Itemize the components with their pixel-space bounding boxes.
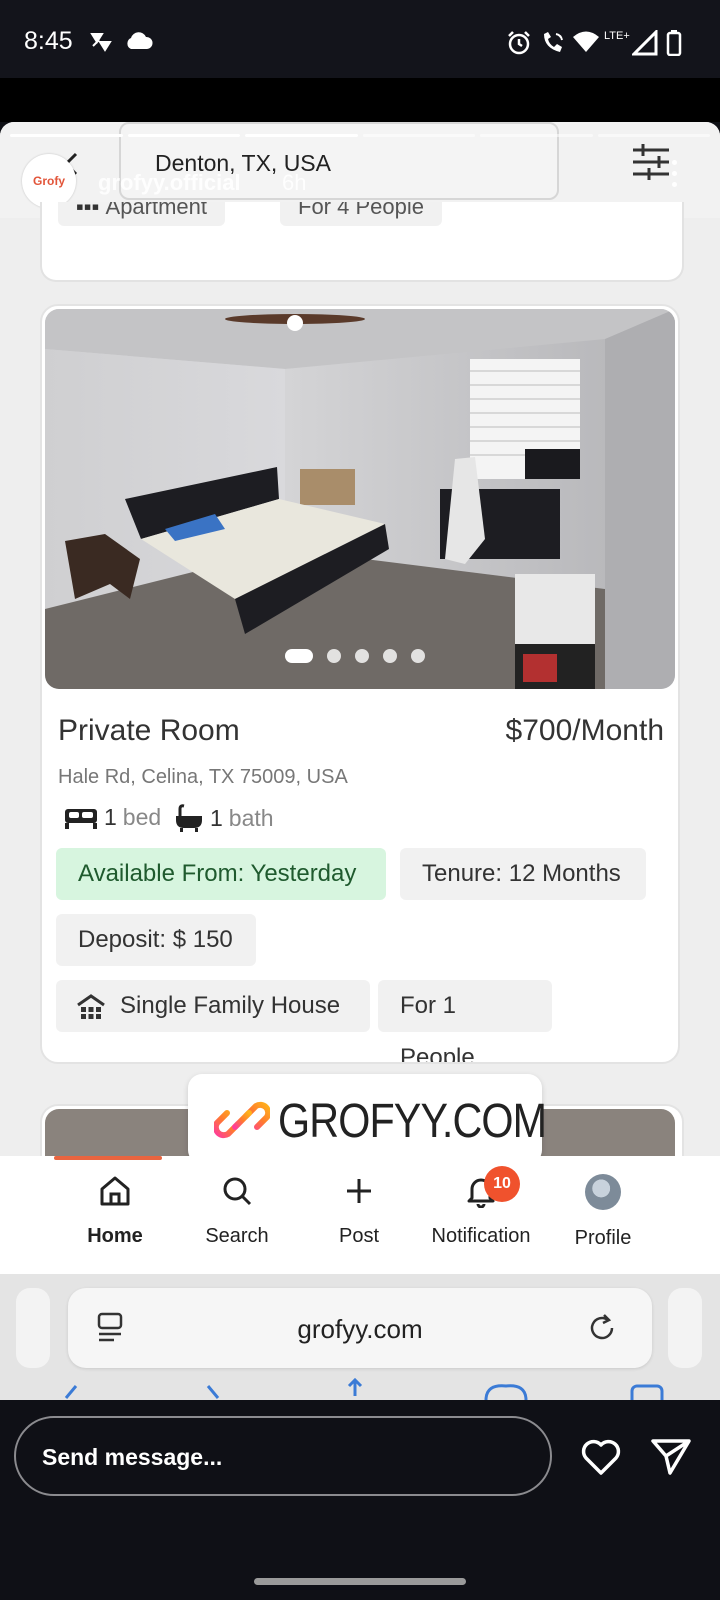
- listing-address: Hale Rd, Celina, TX 75009, USA: [58, 766, 348, 788]
- baths-count: 1: [210, 804, 223, 831]
- beds-info: 1 bed: [64, 804, 161, 831]
- deposit-chip: Deposit: $ 150: [56, 914, 256, 966]
- notification-badge: 10: [484, 1166, 520, 1202]
- listing-price: $700/Month: [505, 714, 664, 747]
- filter-icon[interactable]: [631, 142, 671, 182]
- browser-back-icon[interactable]: [60, 1384, 80, 1400]
- wifi-calling-icon: [544, 32, 563, 52]
- home-icon: [100, 1176, 130, 1206]
- baths-info: 1 bath: [174, 804, 274, 832]
- status-bar: 8:45 LTE+: [0, 0, 720, 78]
- house-type-chip: Single Family House: [56, 980, 370, 1032]
- previous-listing-card[interactable]: ▪▪▪ Apartment For 4 People: [40, 202, 684, 282]
- listing-card[interactable]: Private Room $700/Month Hale Rd, Celina,…: [40, 304, 680, 1064]
- send-icon[interactable]: [650, 1438, 692, 1476]
- profile-avatar: [585, 1174, 621, 1210]
- bathtub-icon: [176, 804, 202, 832]
- cloud-icon: [127, 32, 153, 49]
- watermark-text: GROFYY.COM: [278, 1095, 547, 1148]
- building-icon: [77, 993, 105, 1019]
- slack-notification-icon: [90, 33, 112, 52]
- browser-bar: grofyy.com: [0, 1274, 720, 1400]
- nav-search[interactable]: Search: [172, 1174, 302, 1248]
- available-from-chip: Available From: Yesterday: [56, 848, 386, 900]
- bottom-navigation: Home Search Post 10 Notification Profile: [0, 1156, 720, 1274]
- tenure-chip: Tenure: 12 Months: [400, 848, 646, 900]
- people-capacity-chip: For 1 People: [378, 980, 552, 1062]
- baths-label: bath: [228, 804, 274, 831]
- listing-title: Private Room: [58, 714, 240, 747]
- listing-photo[interactable]: [45, 309, 675, 689]
- beds-label: bed: [122, 804, 162, 830]
- grofyy-watermark: GROFYY.COM: [188, 1074, 547, 1164]
- nav-notification-label: Notification: [431, 1225, 531, 1247]
- search-icon: [223, 1177, 252, 1206]
- network-type: LTE+: [604, 30, 630, 42]
- bedroom-photo-image: [45, 309, 675, 689]
- story-viewer[interactable]: Denton, TX, USA Grofy grofyy.official 6h…: [0, 122, 720, 1400]
- nav-post[interactable]: Post: [294, 1174, 424, 1248]
- story-username[interactable]: grofyy.official: [98, 170, 241, 196]
- alarm-icon: [508, 31, 530, 55]
- story-time: 6h: [282, 170, 307, 195]
- nav-search-label: Search: [205, 1225, 269, 1247]
- more-options-icon[interactable]: [672, 160, 678, 193]
- url-bar[interactable]: grofyy.com: [68, 1288, 652, 1368]
- next-tab[interactable]: [668, 1288, 702, 1368]
- signal-icon: [632, 30, 658, 56]
- active-tab-indicator: [54, 1156, 162, 1160]
- browser-forward-icon[interactable]: [204, 1384, 224, 1400]
- bookmarks-icon[interactable]: [484, 1382, 528, 1400]
- house-type-label: Single Family House: [120, 992, 341, 1019]
- property-type-chip: ▪▪▪ Apartment: [58, 202, 226, 226]
- plus-icon: [347, 1179, 371, 1203]
- clock: 8:45: [24, 27, 73, 55]
- url-text: grofyy.com: [297, 1314, 423, 1344]
- photo-carousel-dots[interactable]: [285, 649, 425, 663]
- link-logo-icon: [214, 1101, 270, 1139]
- share-icon[interactable]: [340, 1378, 370, 1400]
- beds-count: 1: [104, 804, 117, 830]
- nav-home-label: Home: [87, 1225, 143, 1247]
- nav-profile[interactable]: Profile: [538, 1174, 668, 1250]
- bed-icon: [65, 808, 97, 829]
- wifi-icon: [573, 31, 599, 52]
- nav-home[interactable]: Home: [50, 1174, 180, 1248]
- tabs-icon[interactable]: [628, 1380, 668, 1400]
- nav-post-label: Post: [338, 1225, 380, 1247]
- story-progress: [10, 134, 710, 137]
- heart-icon[interactable]: [580, 1438, 622, 1476]
- status-spacer: [0, 78, 720, 122]
- previous-tab[interactable]: [16, 1288, 50, 1368]
- people-chip: For 4 People: [280, 202, 442, 226]
- story-avatar-logo[interactable]: Grofy: [22, 154, 76, 208]
- send-message-input[interactable]: Send message...: [14, 1416, 552, 1496]
- send-message-placeholder: Send message...: [42, 1444, 223, 1470]
- story-reply-bar: Send message...: [0, 1400, 720, 1600]
- battery-icon: [666, 30, 682, 56]
- reload-icon[interactable]: [588, 1312, 618, 1344]
- nav-notification[interactable]: 10 Notification: [416, 1166, 546, 1248]
- nav-profile-label: Profile: [574, 1227, 632, 1249]
- home-indicator[interactable]: [254, 1578, 466, 1585]
